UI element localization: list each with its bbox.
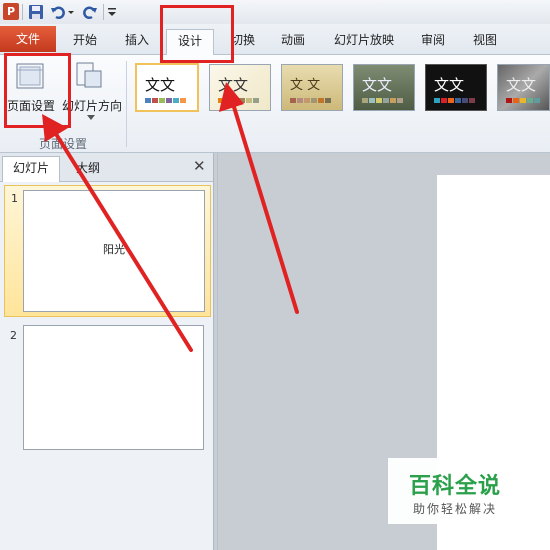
annotation-arrowhead <box>219 82 244 112</box>
annotation-arrows <box>42 82 299 352</box>
annotation-arrow-to-design-tab <box>232 105 299 314</box>
annotation-arrow-to-page-setup <box>54 132 193 352</box>
annotation-arrowhead <box>42 114 68 142</box>
